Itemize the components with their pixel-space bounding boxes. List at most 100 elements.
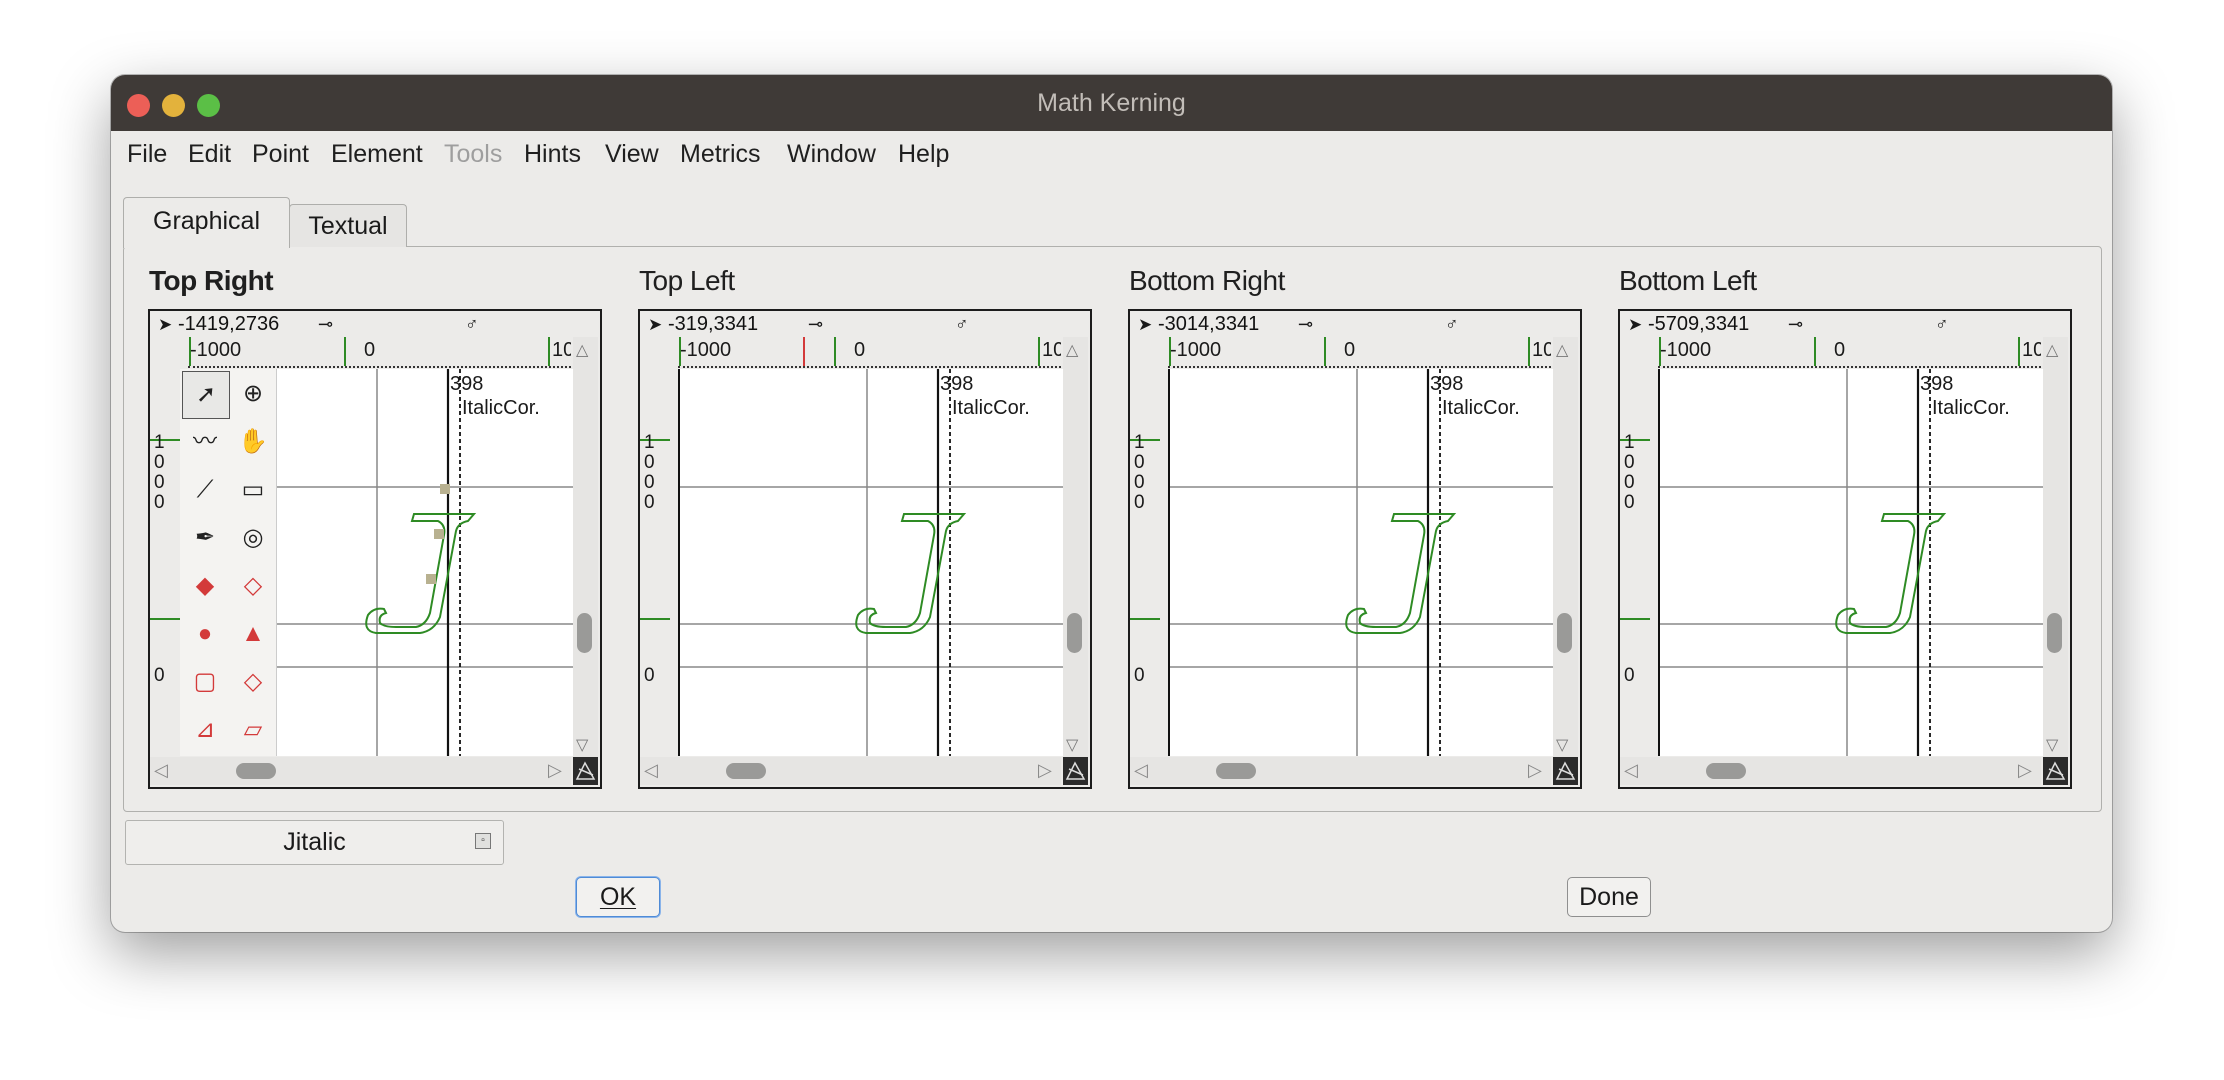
vertical-scroll-thumb[interactable]: [2047, 613, 2062, 653]
tangent-point-icon[interactable]: ▲: [230, 611, 276, 657]
knife-icon[interactable]: ⟋: [182, 467, 228, 513]
menu-edit[interactable]: Edit: [188, 140, 231, 169]
pointer-icon[interactable]: ➚: [182, 371, 230, 419]
horizontal-scrollbar[interactable]: ◁ ▷: [1620, 757, 2041, 785]
vertical-ruler: 10000: [640, 369, 670, 756]
glyph-canvas[interactable]: 398 ItalicCor.: [1168, 369, 1553, 756]
menu-view[interactable]: View: [605, 140, 659, 169]
ruler-tick-label: -1000: [680, 339, 732, 361]
menu-hints[interactable]: Hints: [524, 140, 581, 169]
dropdown-arrow-icon: ▫: [475, 833, 491, 849]
rotate-icon[interactable]: ⊿: [182, 707, 228, 753]
horizontal-scroll-thumb[interactable]: [1706, 763, 1746, 779]
ok-button-label: OK: [599, 883, 637, 911]
ruler-tick-label: 0: [364, 339, 376, 361]
glyph-dropdown[interactable]: Jitalic ▫: [125, 820, 504, 865]
vertical-scroll-thumb[interactable]: [1067, 613, 1082, 653]
horizontal-scrollbar[interactable]: ◁ ▷: [150, 757, 571, 785]
scroll-right-icon[interactable]: ▷: [1528, 760, 1542, 781]
horizontal-scroll-thumb[interactable]: [726, 763, 766, 779]
menu-tools: Tools: [444, 140, 503, 168]
pen-icon[interactable]: ✒: [182, 515, 228, 561]
vertical-scroll-thumb[interactable]: [577, 613, 592, 653]
menu-window[interactable]: Window: [787, 140, 876, 169]
scroll-up-icon[interactable]: △: [1556, 340, 1568, 360]
vertical-ruler-label: 1000: [1624, 433, 1635, 513]
scroll-left-icon[interactable]: ◁: [1134, 760, 1148, 781]
freehand-icon[interactable]: 〰: [182, 419, 228, 465]
polygon-icon[interactable]: ◇: [230, 659, 276, 705]
ruler-tick-label: 0: [154, 452, 165, 473]
scroll-left-icon[interactable]: ◁: [644, 760, 658, 781]
scroll-down-icon[interactable]: ▽: [1066, 735, 1078, 755]
glyph-panel[interactable]: ➤-319,3341⊸♂-100001010000398ItalicCor.△▽…: [638, 309, 1092, 789]
horizontal-scroll-thumb[interactable]: [236, 763, 276, 779]
scroll-left-icon[interactable]: ◁: [154, 760, 168, 781]
tab-textual[interactable]: Textual: [289, 204, 407, 247]
vertical-ruler: 10000: [150, 369, 180, 756]
vertical-scrollbar[interactable]: △ ▽: [1553, 337, 1578, 757]
glyph-panel[interactable]: ➤-3014,3341⊸♂-100001010000398ItalicCor.△…: [1128, 309, 1582, 789]
scroll-right-icon[interactable]: ▷: [1038, 760, 1052, 781]
scroll-left-icon[interactable]: ◁: [1624, 760, 1638, 781]
horizontal-scrollbar[interactable]: ◁ ▷: [640, 757, 1061, 785]
ruler-tick-label: 1: [1624, 432, 1635, 453]
ruler-tick-label: 0: [1624, 472, 1635, 493]
horizontal-scrollbar[interactable]: ◁ ▷: [1130, 757, 1551, 785]
tool-palette: ➚ ⊕ 〰 ✋ ⟋ ▭ ✒ ◎ ◆ ◇ ● ▲ ▢ ◇ ⊿ ▱: [180, 369, 277, 756]
hv-curve-point-icon[interactable]: ◇: [230, 563, 276, 609]
navigator-icon[interactable]: [573, 757, 598, 785]
tab-graphical[interactable]: Graphical: [123, 197, 290, 248]
ruler-tick-label: 0: [1134, 452, 1145, 473]
vertical-scrollbar[interactable]: △ ▽: [2043, 337, 2068, 757]
scroll-right-icon[interactable]: ▷: [548, 760, 562, 781]
scroll-down-icon[interactable]: ▽: [576, 735, 588, 755]
point-marker-icon: ⊸: [318, 314, 334, 334]
magnify-icon[interactable]: ⊕: [230, 371, 276, 417]
ruler-tick-label: 10: [1042, 339, 1061, 361]
glyph-canvas[interactable]: 398 ItalicCor.: [1658, 369, 2043, 756]
rectangle-icon[interactable]: ▢: [182, 659, 228, 705]
glyph-panel[interactable]: ➤-1419,2736⊸♂-100001010000398ItalicCor.△…: [148, 309, 602, 789]
window-title: Math Kerning: [1037, 89, 1186, 117]
measure-icon: ♂: [1445, 314, 1459, 334]
scroll-right-icon[interactable]: ▷: [2018, 760, 2032, 781]
menu-help[interactable]: Help: [898, 140, 949, 169]
vertical-scroll-thumb[interactable]: [1557, 613, 1572, 653]
advance-width-label: 398: [450, 373, 484, 395]
horizontal-scroll-thumb[interactable]: [1216, 763, 1256, 779]
hand-icon[interactable]: ✋: [230, 419, 276, 465]
scroll-down-icon[interactable]: ▽: [2046, 735, 2058, 755]
scroll-up-icon[interactable]: △: [576, 340, 588, 360]
menu-metrics[interactable]: Metrics: [680, 140, 761, 169]
ruler-tick-label: 0: [644, 472, 655, 493]
panel-label-top-left: Top Left: [639, 265, 735, 296]
menu-element[interactable]: Element: [331, 140, 423, 169]
ruler-icon[interactable]: ▭: [230, 467, 276, 513]
pointer-icon: ➤: [158, 315, 173, 334]
scroll-up-icon[interactable]: △: [2046, 340, 2058, 360]
ruler-tick-label: -1000: [1660, 339, 1712, 361]
vertical-ruler: 10000: [1620, 369, 1650, 756]
menu-point[interactable]: Point: [252, 140, 309, 169]
ruler-tick-label: 0: [1624, 452, 1635, 473]
glyph-canvas[interactable]: 398 ItalicCor.: [678, 369, 1063, 756]
ruler-tick-label: -1000: [190, 339, 242, 361]
done-button[interactable]: Done: [1567, 877, 1651, 917]
corner-point-icon[interactable]: ●: [182, 611, 228, 657]
navigator-icon[interactable]: [2043, 757, 2068, 785]
curve-point-icon[interactable]: ◆: [182, 563, 228, 609]
advance-width-label: 398: [1920, 373, 1954, 395]
vertical-scrollbar[interactable]: △ ▽: [573, 337, 598, 757]
ok-button[interactable]: OK: [576, 877, 660, 917]
scroll-down-icon[interactable]: ▽: [1556, 735, 1568, 755]
vertical-scrollbar[interactable]: △ ▽: [1063, 337, 1088, 757]
menu-file[interactable]: File: [127, 140, 167, 169]
done-button-label: Done: [1579, 883, 1639, 911]
navigator-icon[interactable]: [1553, 757, 1578, 785]
navigator-icon[interactable]: [1063, 757, 1088, 785]
perspective-icon[interactable]: ▱: [230, 707, 276, 753]
scroll-up-icon[interactable]: △: [1066, 340, 1078, 360]
glyph-panel[interactable]: ➤-5709,3341⊸♂-100001010000398ItalicCor.△…: [1618, 309, 2072, 789]
spiro-icon[interactable]: ◎: [230, 515, 276, 561]
